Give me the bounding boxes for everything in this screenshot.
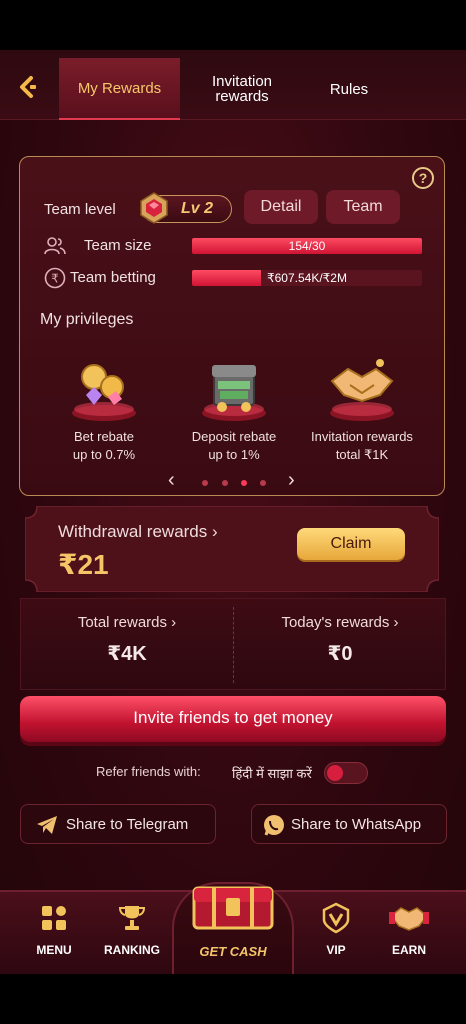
privileges-pager: ‹ › xyxy=(20,469,446,491)
nav-ranking[interactable]: RANKING xyxy=(96,902,168,957)
pager-dot-active[interactable] xyxy=(241,480,247,486)
back-arrow-icon[interactable] xyxy=(14,72,44,102)
team-size-bar: 154/30 xyxy=(192,238,422,254)
detail-button[interactable]: Detail xyxy=(244,190,318,224)
pager-dot[interactable] xyxy=(222,480,228,486)
privilege-deposit-rebate[interactable]: Deposit rebate up to 1% xyxy=(170,347,298,463)
total-rewards-label: Total rewards › xyxy=(77,614,177,631)
share-telegram-button[interactable]: Share to Telegram xyxy=(20,804,216,844)
nav-ranking-label: RANKING xyxy=(104,943,160,957)
team-size-label: Team size xyxy=(84,237,152,254)
toggle-knob xyxy=(327,765,343,781)
invitation-rewards-line2: total ₹1K xyxy=(335,447,389,462)
invite-friends-button[interactable]: Invite friends to get money xyxy=(20,696,446,742)
level-gem-icon xyxy=(140,192,168,224)
nav-menu-label: MENU xyxy=(36,943,72,957)
team-size-icon xyxy=(44,237,66,255)
vip-shield-icon xyxy=(322,902,350,934)
menu-grid-icon xyxy=(42,906,66,930)
tab-rules[interactable]: Rules xyxy=(304,58,394,120)
app-screen: My Rewards Invitation rewards Rules ? Te… xyxy=(0,50,466,974)
svg-text:₹: ₹ xyxy=(51,272,59,286)
pager-dot[interactable] xyxy=(260,480,266,486)
nav-earn-label: EARN xyxy=(391,943,426,957)
telegram-icon xyxy=(37,816,57,834)
nav-get-cash-label: GET CASH xyxy=(199,944,267,959)
privilege-invitation-rewards[interactable]: Invitation rewards total ₹1K xyxy=(298,347,426,463)
treasure-chest-icon xyxy=(192,886,274,930)
tab-my-rewards[interactable]: My Rewards xyxy=(59,58,180,120)
total-rewards[interactable]: Total rewards › ₹4K xyxy=(21,599,233,691)
trophy-icon xyxy=(118,906,146,930)
hindi-share-toggle[interactable] xyxy=(324,762,368,784)
deposit-rebate-line1: Deposit rebate xyxy=(191,429,277,444)
hindi-share-label: हिंदी में साझा करें xyxy=(232,766,312,781)
team-betting-bar: ₹607.54K/₹2M xyxy=(192,270,422,286)
money-chest-icon xyxy=(202,365,266,421)
withdrawal-amount: ₹21 xyxy=(58,549,109,580)
team-card: ? Team level Lv 2 Detail Team Team size … xyxy=(19,156,445,496)
deposit-rebate-line2: up to 1% xyxy=(208,447,260,462)
my-privileges-title: My privileges xyxy=(40,311,134,328)
bet-rebate-line1: Bet rebate xyxy=(74,429,134,444)
nav-vip[interactable]: VIP xyxy=(300,902,372,957)
share-whatsapp-button[interactable]: Share to WhatsApp xyxy=(251,804,447,844)
coins-gems-icon xyxy=(72,364,136,421)
invitation-rewards-line1: Invitation rewards xyxy=(311,429,413,444)
withdrawal-rewards-panel: Withdrawal rewards › ₹21 Claim xyxy=(25,506,439,592)
privilege-bet-rebate[interactable]: Bet rebate up to 0.7% xyxy=(40,347,168,463)
nav-menu[interactable]: MENU xyxy=(18,902,90,957)
nav-get-cash[interactable]: GET CASH xyxy=(172,882,294,974)
refer-label: Refer friends with: xyxy=(96,764,201,779)
nav-vip-label: VIP xyxy=(326,943,346,957)
claim-button[interactable]: Claim xyxy=(297,528,405,560)
pager-dot[interactable] xyxy=(202,480,208,486)
tab-rules-label: Rules xyxy=(329,80,369,98)
top-tab-bar: My Rewards Invitation rewards Rules xyxy=(0,50,466,120)
rewards-totals: Total rewards › ₹4K Today's rewards › ₹0 xyxy=(20,598,446,690)
team-betting-label: Team betting xyxy=(70,269,156,286)
team-level-label: Team level xyxy=(44,201,116,218)
bet-rebate-line2: up to 0.7% xyxy=(72,447,136,462)
withdrawal-rewards-title[interactable]: Withdrawal rewards › xyxy=(58,522,218,542)
prev-arrow-icon[interactable]: ‹ xyxy=(168,469,175,492)
next-arrow-icon[interactable]: › xyxy=(288,469,295,492)
level-text: Lv 2 xyxy=(181,200,214,217)
share-telegram-label: Share to Telegram xyxy=(66,816,189,833)
total-rewards-value: ₹4K xyxy=(107,643,147,665)
todays-rewards-value: ₹0 xyxy=(327,643,353,665)
level-badge: Lv 2 xyxy=(140,192,232,224)
tab-invitation-rewards-label: Invitation rewards xyxy=(211,73,273,105)
tab-invitation-rewards[interactable]: Invitation rewards xyxy=(188,58,296,120)
nav-earn[interactable]: EARN xyxy=(373,902,445,957)
whatsapp-icon xyxy=(264,815,284,836)
team-betting-value: ₹607.54K/₹2M xyxy=(267,271,347,285)
earn-handshake-icon xyxy=(389,907,429,931)
todays-rewards-label: Today's rewards › xyxy=(281,614,399,631)
todays-rewards[interactable]: Today's rewards › ₹0 xyxy=(234,599,446,691)
bottom-nav: MENU RANKING GET CASH VIP EARN xyxy=(0,882,466,974)
tab-my-rewards-label: My Rewards xyxy=(77,79,162,97)
team-button[interactable]: Team xyxy=(326,190,400,224)
handshake-icon xyxy=(330,359,394,421)
rupee-circle-icon: ₹ xyxy=(44,267,66,289)
help-icon[interactable]: ? xyxy=(412,167,434,189)
share-whatsapp-label: Share to WhatsApp xyxy=(291,816,422,833)
team-size-value: 154/30 xyxy=(288,239,326,253)
